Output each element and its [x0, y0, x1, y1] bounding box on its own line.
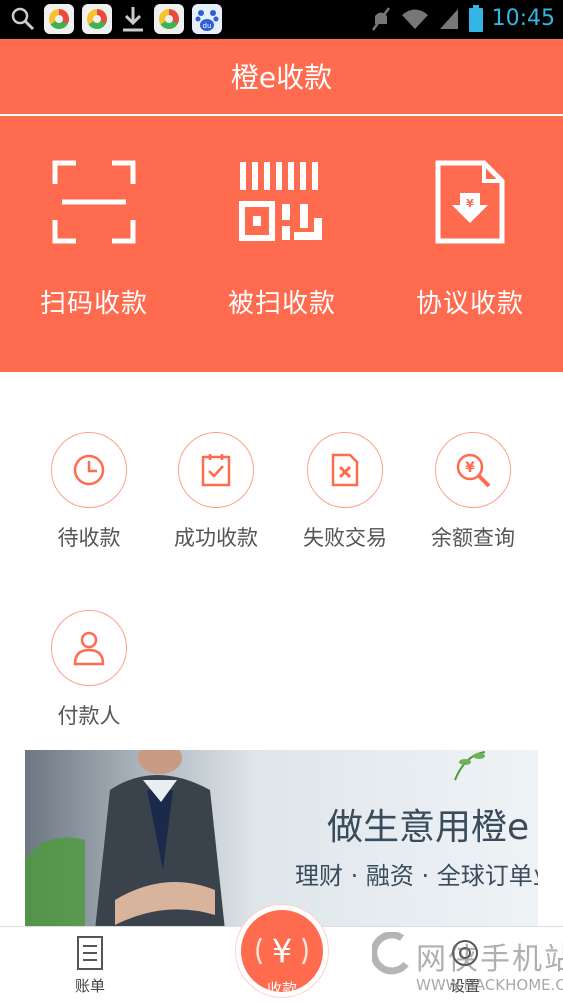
balance-inquiry-label: 余额查询 — [431, 526, 515, 550]
search-icon — [11, 7, 35, 31]
banner-subline: 理财 · 融资 · 全球订单业务 — [295, 862, 538, 890]
document-download-icon: ¥ — [376, 157, 563, 247]
title-divider — [0, 114, 563, 116]
payer-label: 付款人 — [57, 704, 121, 728]
watermark-url: WWW.HACKHOME.COM — [416, 976, 563, 994]
agreement-pay-label: 协议收款 — [415, 289, 524, 319]
svg-text:¥: ¥ — [272, 932, 292, 970]
tab-bill[interactable]: 账单 — [30, 927, 150, 996]
balance-inquiry-button[interactable]: ¥ 余额查询 — [409, 432, 537, 552]
bill-icon — [77, 936, 103, 970]
wifi-icon — [401, 9, 428, 29]
scan-pay-label: 扫码收款 — [39, 289, 148, 319]
failed-doc-icon — [307, 432, 383, 508]
plant-illustration — [454, 751, 486, 781]
status-bar: du 10:45 — [0, 0, 563, 39]
checked-doc-icon — [178, 432, 254, 508]
failed-transaction-label: 失败交易 — [303, 526, 387, 550]
status-bar-right: 10:45 — [370, 3, 555, 35]
tab-receive-label: 收款 — [266, 980, 297, 998]
svg-text:¥: ¥ — [466, 197, 474, 210]
header: 橙e收款 扫码收款 被扫收款 ¥ 协议收款 — [0, 39, 563, 372]
app-icon — [44, 4, 74, 34]
banner-headline: 做生意用橙e — [327, 807, 530, 848]
successful-payment-button[interactable]: 成功收款 — [152, 432, 280, 552]
app-icon — [154, 4, 184, 34]
scan-frame-icon — [0, 157, 188, 247]
scan-pay-button[interactable]: 扫码收款 — [0, 157, 188, 320]
status-time: 10:45 — [491, 6, 555, 31]
download-icon — [123, 7, 143, 32]
svg-text:¥: ¥ — [465, 460, 475, 476]
baidu-icon: du — [192, 4, 222, 34]
scanned-pay-button[interactable]: 被扫收款 — [188, 157, 376, 320]
pending-payment-label: 待收款 — [57, 526, 121, 550]
watermark-text: 网侠手机站 — [416, 942, 563, 977]
signal-icon — [439, 9, 458, 29]
watermark-logo-icon — [372, 932, 409, 975]
watermark: 网侠手机站 WWW.HACKHOME.COM — [372, 930, 563, 998]
page-title: 橙e收款 — [230, 61, 333, 94]
person-icon — [51, 610, 127, 686]
status-bar-left: du — [10, 4, 222, 34]
banner-illustration — [25, 750, 225, 930]
payer-button[interactable]: 付款人 — [25, 610, 153, 730]
successful-payment-label: 成功收款 — [174, 526, 258, 550]
yuan-search-icon: ¥ — [435, 432, 511, 508]
svg-text:du: du — [203, 22, 212, 30]
failed-transaction-button[interactable]: 失败交易 — [281, 432, 409, 552]
pending-payment-button[interactable]: 待收款 — [25, 432, 153, 552]
app-icon — [82, 4, 112, 34]
battery-icon — [468, 5, 483, 32]
promo-banner[interactable]: 做生意用橙e 理财 · 融资 · 全球订单业务 — [25, 750, 538, 930]
clock-icon — [51, 432, 127, 508]
mute-icon — [371, 7, 390, 31]
tab-bill-label: 账单 — [74, 977, 105, 995]
agreement-pay-button[interactable]: ¥ 协议收款 — [376, 157, 563, 320]
barcode-icon — [188, 157, 376, 247]
scanned-pay-label: 被扫收款 — [227, 289, 336, 319]
